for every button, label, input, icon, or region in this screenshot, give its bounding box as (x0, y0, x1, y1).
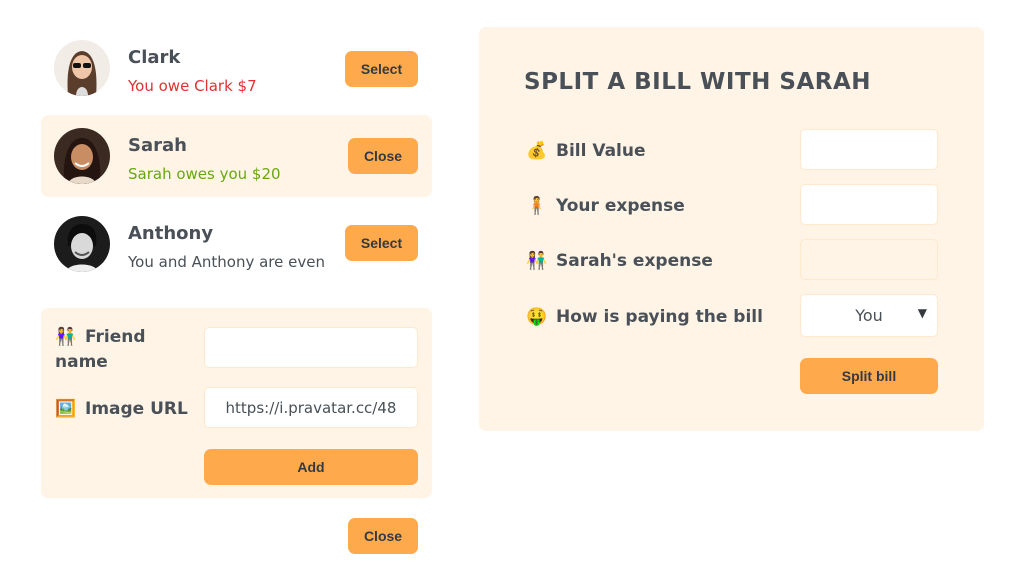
friend-expense-label: 👫 Sarah's expense (526, 251, 713, 271)
friend-balance: Sarah owes you $20 (128, 165, 281, 183)
person-icon: 🧍 (526, 196, 548, 216)
people-icon: 👫 (526, 251, 548, 271)
payer-select[interactable]: You ▼ (800, 294, 938, 337)
avatar-anthony (54, 216, 110, 272)
split-title: SPLIT A BILL WITH SARAH (524, 69, 872, 95)
payer-label: 🤑 How is paying the bill (526, 307, 763, 327)
friend-name-label: 👫 Friend name (55, 327, 146, 372)
friend-name: Clark (128, 47, 181, 68)
people-icon: 👫 (55, 327, 77, 347)
money-face-icon: 🤑 (526, 307, 548, 327)
close-sarah-button[interactable]: Close (348, 138, 418, 174)
your-expense-input[interactable] (800, 184, 938, 225)
payer-selected-value: You (855, 306, 883, 325)
chevron-down-icon: ▼ (917, 306, 927, 320)
money-bag-icon: 💰 (526, 141, 548, 161)
friend-balance: You owe Clark $7 (128, 77, 257, 95)
your-expense-label: 🧍 Your expense (526, 196, 685, 216)
add-friend-button[interactable]: Add (204, 449, 418, 485)
image-url-input[interactable]: https://i.pravatar.cc/48 (204, 387, 418, 428)
close-form-button[interactable]: Close (348, 518, 418, 554)
select-anthony-button[interactable]: Select (345, 225, 418, 261)
bill-value-label: 💰 Bill Value (526, 141, 646, 161)
split-bill-button[interactable]: Split bill (800, 358, 938, 394)
image-url-label: 🖼️ Image URL (55, 397, 187, 422)
friend-balance: You and Anthony are even (128, 253, 325, 271)
split-bill-form: SPLIT A BILL WITH SARAH 💰 Bill Value 🧍 You… (479, 27, 984, 431)
add-friend-form: 👫 Friend name 🖼️ Image URL https://i.prava… (41, 308, 432, 498)
friend-name: Sarah (128, 135, 187, 156)
friend-name-input[interactable] (204, 327, 418, 368)
bill-value-input[interactable] (800, 129, 938, 170)
avatar-sarah (54, 128, 110, 184)
select-clark-button[interactable]: Select (345, 51, 418, 87)
avatar-clark (54, 40, 110, 96)
picture-icon: 🖼️ (55, 399, 77, 419)
friend-expense-input (800, 239, 938, 280)
friend-name: Anthony (128, 223, 214, 244)
